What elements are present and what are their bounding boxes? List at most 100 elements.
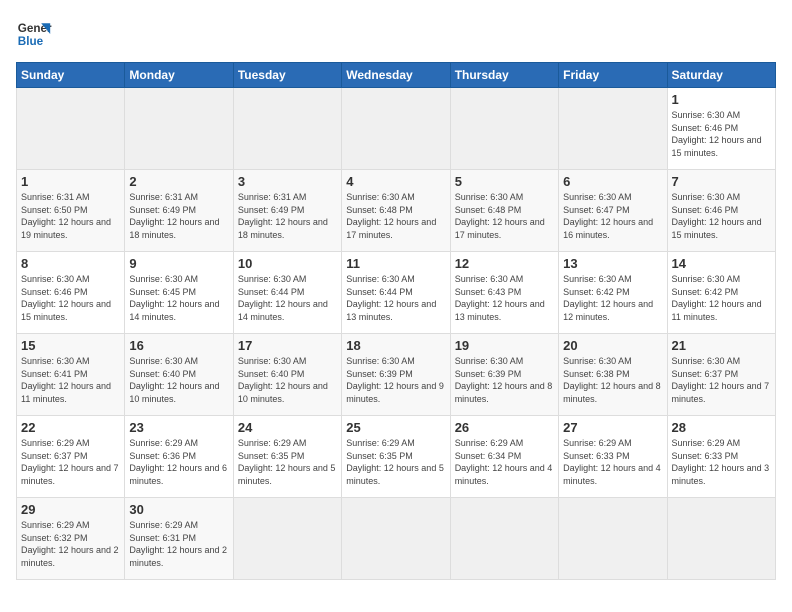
day-info: Sunrise: 6:31 AMSunset: 6:49 PMDaylight:… <box>129 191 228 241</box>
day-number: 27 <box>563 420 662 435</box>
day-info: Sunrise: 6:30 AMSunset: 6:37 PMDaylight:… <box>672 355 771 405</box>
logo: General Blue <box>16 16 52 52</box>
day-number: 23 <box>129 420 228 435</box>
day-info: Sunrise: 6:30 AMSunset: 6:39 PMDaylight:… <box>346 355 445 405</box>
day-number: 28 <box>672 420 771 435</box>
day-number: 15 <box>21 338 120 353</box>
header-row: SundayMondayTuesdayWednesdayThursdayFrid… <box>17 63 776 88</box>
day-info: Sunrise: 6:30 AMSunset: 6:44 PMDaylight:… <box>346 273 445 323</box>
calendar-cell: 12 Sunrise: 6:30 AMSunset: 6:43 PMDayligh… <box>450 252 558 334</box>
day-number: 12 <box>455 256 554 271</box>
calendar-cell: 22Sunrise: 6:29 AMSunset: 6:37 PMDayligh… <box>17 416 125 498</box>
day-info: Sunrise: 6:30 AMSunset: 6:41 PMDaylight:… <box>21 355 120 405</box>
day-number: 3 <box>238 174 337 189</box>
calendar-cell <box>342 498 450 580</box>
calendar-cell <box>667 498 775 580</box>
day-info: Sunrise: 6:29 AMSunset: 6:35 PMDaylight:… <box>238 437 337 487</box>
day-number: 20 <box>563 338 662 353</box>
day-info: Sunrise: 6:30 AMSunset: 6:46 PMDaylight:… <box>672 109 771 159</box>
week-row-6: 29Sunrise: 6:29 AMSunset: 6:32 PMDayligh… <box>17 498 776 580</box>
calendar-cell: 24 Sunrise: 6:29 AMSunset: 6:35 PMDayligh… <box>233 416 341 498</box>
calendar-cell: 20 Sunrise: 6:30 AMSunset: 6:38 PMDayligh… <box>559 334 667 416</box>
day-info: Sunrise: 6:30 AMSunset: 6:48 PMDaylight:… <box>346 191 445 241</box>
day-number: 26 <box>455 420 554 435</box>
calendar-cell: 9 Sunrise: 6:30 AMSunset: 6:45 PMDaylight… <box>125 252 233 334</box>
day-number: 9 <box>129 256 228 271</box>
week-row-4: 15 Sunrise: 6:30 AMSunset: 6:41 PMDayligh… <box>17 334 776 416</box>
day-info: Sunrise: 6:30 AMSunset: 6:47 PMDaylight:… <box>563 191 662 241</box>
svg-text:Blue: Blue <box>18 35 44 48</box>
header-day-tuesday: Tuesday <box>233 63 341 88</box>
day-info: Sunrise: 6:30 AMSunset: 6:43 PMDaylight:… <box>455 273 554 323</box>
day-info: Sunrise: 6:29 AMSunset: 6:36 PMDaylight:… <box>129 437 228 487</box>
day-info: Sunrise: 6:29 AMSunset: 6:33 PMDaylight:… <box>672 437 771 487</box>
header-day-wednesday: Wednesday <box>342 63 450 88</box>
calendar-cell: 30Sunrise: 6:29 AMSunset: 6:31 PMDayligh… <box>125 498 233 580</box>
calendar-cell: 6 Sunrise: 6:30 AMSunset: 6:47 PMDaylight… <box>559 170 667 252</box>
calendar-cell <box>342 88 450 170</box>
calendar-cell <box>125 88 233 170</box>
header-day-friday: Friday <box>559 63 667 88</box>
calendar-cell: 28 Sunrise: 6:29 AMSunset: 6:33 PMDayligh… <box>667 416 775 498</box>
calendar-cell: 3 Sunrise: 6:31 AMSunset: 6:49 PMDaylight… <box>233 170 341 252</box>
day-number: 21 <box>672 338 771 353</box>
week-row-2: 1 Sunrise: 6:31 AMSunset: 6:50 PMDaylight… <box>17 170 776 252</box>
day-info: Sunrise: 6:30 AMSunset: 6:46 PMDaylight:… <box>672 191 771 241</box>
calendar-cell: 7 Sunrise: 6:30 AMSunset: 6:46 PMDaylight… <box>667 170 775 252</box>
day-info: Sunrise: 6:30 AMSunset: 6:42 PMDaylight:… <box>672 273 771 323</box>
calendar-cell: 1 Sunrise: 6:31 AMSunset: 6:50 PMDaylight… <box>17 170 125 252</box>
day-info: Sunrise: 6:29 AMSunset: 6:35 PMDaylight:… <box>346 437 445 487</box>
calendar-cell: 13 Sunrise: 6:30 AMSunset: 6:42 PMDayligh… <box>559 252 667 334</box>
header-day-sunday: Sunday <box>17 63 125 88</box>
calendar-cell: 25 Sunrise: 6:29 AMSunset: 6:35 PMDayligh… <box>342 416 450 498</box>
day-number: 14 <box>672 256 771 271</box>
day-number: 4 <box>346 174 445 189</box>
calendar-cell: 23 Sunrise: 6:29 AMSunset: 6:36 PMDayligh… <box>125 416 233 498</box>
header-day-thursday: Thursday <box>450 63 558 88</box>
day-info: Sunrise: 6:31 AMSunset: 6:49 PMDaylight:… <box>238 191 337 241</box>
day-number: 2 <box>129 174 228 189</box>
calendar-cell: 11 Sunrise: 6:30 AMSunset: 6:44 PMDayligh… <box>342 252 450 334</box>
day-info: Sunrise: 6:30 AMSunset: 6:42 PMDaylight:… <box>563 273 662 323</box>
calendar-cell <box>450 88 558 170</box>
day-number: 24 <box>238 420 337 435</box>
day-info: Sunrise: 6:30 AMSunset: 6:45 PMDaylight:… <box>129 273 228 323</box>
day-info: Sunrise: 6:30 AMSunset: 6:48 PMDaylight:… <box>455 191 554 241</box>
day-info: Sunrise: 6:30 AMSunset: 6:39 PMDaylight:… <box>455 355 554 405</box>
calendar-cell: 26Sunrise: 6:29 AMSunset: 6:34 PMDayligh… <box>450 416 558 498</box>
day-info: Sunrise: 6:30 AMSunset: 6:40 PMDaylight:… <box>129 355 228 405</box>
calendar-cell <box>559 88 667 170</box>
day-number: 13 <box>563 256 662 271</box>
day-info: Sunrise: 6:30 AMSunset: 6:38 PMDaylight:… <box>563 355 662 405</box>
day-info: Sunrise: 6:29 AMSunset: 6:32 PMDaylight:… <box>21 519 120 569</box>
day-number: 6 <box>563 174 662 189</box>
week-row-5: 22Sunrise: 6:29 AMSunset: 6:37 PMDayligh… <box>17 416 776 498</box>
day-number: 11 <box>346 256 445 271</box>
header-day-saturday: Saturday <box>667 63 775 88</box>
day-number: 5 <box>455 174 554 189</box>
calendar-cell: 17Sunrise: 6:30 AMSunset: 6:40 PMDayligh… <box>233 334 341 416</box>
calendar-cell <box>450 498 558 580</box>
day-number: 8 <box>21 256 120 271</box>
calendar-cell: 19Sunrise: 6:30 AMSunset: 6:39 PMDayligh… <box>450 334 558 416</box>
day-number: 10 <box>238 256 337 271</box>
day-number: 25 <box>346 420 445 435</box>
day-number: 1 <box>21 174 120 189</box>
calendar-cell: 8Sunrise: 6:30 AMSunset: 6:46 PMDaylight… <box>17 252 125 334</box>
week-row-3: 8Sunrise: 6:30 AMSunset: 6:46 PMDaylight… <box>17 252 776 334</box>
day-number: 7 <box>672 174 771 189</box>
day-info: Sunrise: 6:31 AMSunset: 6:50 PMDaylight:… <box>21 191 120 241</box>
calendar-cell: 29Sunrise: 6:29 AMSunset: 6:32 PMDayligh… <box>17 498 125 580</box>
day-number: 17 <box>238 338 337 353</box>
day-number: 16 <box>129 338 228 353</box>
day-info: Sunrise: 6:29 AMSunset: 6:31 PMDaylight:… <box>129 519 228 569</box>
day-number: 18 <box>346 338 445 353</box>
calendar-cell: 4 Sunrise: 6:30 AMSunset: 6:48 PMDaylight… <box>342 170 450 252</box>
calendar-cell <box>17 88 125 170</box>
calendar-cell: 16 Sunrise: 6:30 AMSunset: 6:40 PMDayligh… <box>125 334 233 416</box>
calendar-cell: 1Sunrise: 6:30 AMSunset: 6:46 PMDaylight… <box>667 88 775 170</box>
calendar-cell <box>233 88 341 170</box>
calendar-cell: 5 Sunrise: 6:30 AMSunset: 6:48 PMDaylight… <box>450 170 558 252</box>
day-info: Sunrise: 6:30 AMSunset: 6:44 PMDaylight:… <box>238 273 337 323</box>
day-number: 22 <box>21 420 120 435</box>
